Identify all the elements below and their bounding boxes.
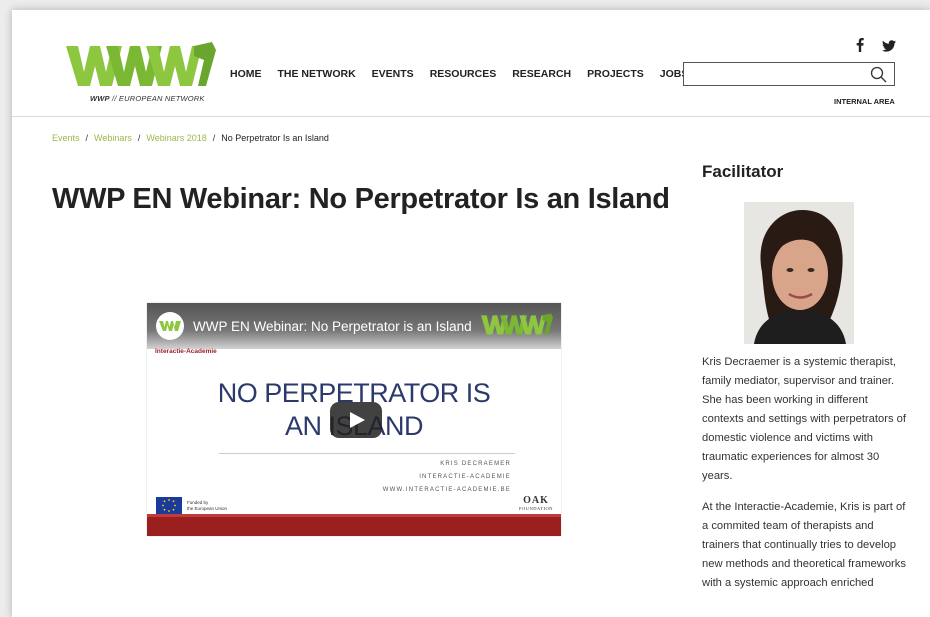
video-wwp-logo [481,309,553,344]
breadcrumb-separator: / [85,133,89,143]
breadcrumb-webinars-2018[interactable]: Webinars 2018 [146,133,206,143]
nav-item-the-network[interactable]: THE NETWORK [278,68,356,80]
twitter-icon[interactable] [882,39,896,57]
org-label: Interactie-Academie [155,348,217,355]
site-header: WWP // EUROPEAN NETWORK HOME THE NETWORK… [12,10,930,117]
breadcrumb: Events / Webinars / Webinars 2018 / No Perpetr… [52,133,329,143]
eu-flag-icon [156,497,182,514]
slide-divider [219,453,515,454]
eu-funding-text: Funded by the European Union [187,500,228,511]
slide-url: WWW.INTERACTIE-ACADEMIE.BE [382,487,511,493]
main-nav: HOME THE NETWORK EVENTS RESOURCES RESEAR… [230,68,704,80]
wwp-logo[interactable] [66,42,216,91]
breadcrumb-webinars[interactable]: Webinars [94,133,132,143]
channel-avatar[interactable] [156,312,184,340]
play-icon [350,412,365,428]
search-icon[interactable] [870,66,887,88]
facilitator-bio-paragraph-2: At the Interactie-Academie, Kris is part… [702,501,906,589]
nav-item-research[interactable]: RESEARCH [512,68,571,80]
facilitator-bio-paragraph-1: Kris Decraemer is a systemic therapist, … [702,356,906,482]
page-title: WWP EN Webinar: No Perpetrator Is an Isl… [52,183,670,215]
logo-subtitle: WWP // EUROPEAN NETWORK [90,94,205,103]
oak-foundation-logo: OAK FOUNDATION [519,495,553,511]
nav-item-projects[interactable]: PROJECTS [587,68,644,80]
search-box [683,62,895,86]
facebook-icon[interactable] [856,38,864,57]
breadcrumb-events[interactable]: Events [52,133,80,143]
facilitator-photo [744,202,854,344]
browser-page: WWP // EUROPEAN NETWORK HOME THE NETWORK… [12,10,930,617]
nav-item-resources[interactable]: RESOURCES [430,68,497,80]
breadcrumb-separator: / [212,133,216,143]
breadcrumb-separator: / [137,133,141,143]
video-player[interactable]: WWP EN Webinar: No Perpetrator is an Isl… [147,303,561,536]
slide-org: INTERACTIE-ACADEMIE [419,474,511,480]
facilitator-heading: Facilitator [702,162,784,181]
slide-author: KRIS DECRAEMER [440,461,511,467]
nav-item-events[interactable]: EVENTS [372,68,414,80]
video-title[interactable]: WWP EN Webinar: No Perpetrator is an Isl… [193,319,472,334]
social-links [856,38,896,57]
play-button[interactable] [330,402,382,438]
nav-item-home[interactable]: HOME [230,68,262,80]
internal-area-link[interactable]: INTERNAL AREA [834,97,895,106]
search-input[interactable] [684,63,864,85]
slide-footer [147,517,561,536]
breadcrumb-current: No Perpetrator Is an Island [221,133,329,143]
